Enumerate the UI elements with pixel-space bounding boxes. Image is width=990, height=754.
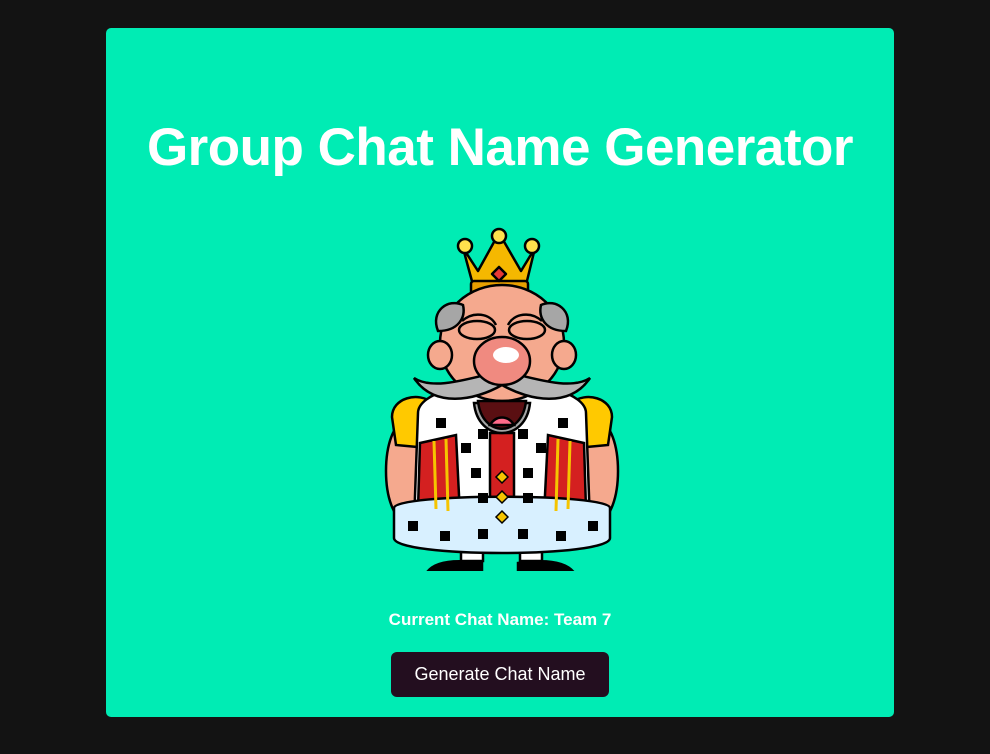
page-title: Group Chat Name Generator — [146, 118, 854, 177]
current-chat-name-label: Current Chat Name: — [388, 610, 550, 629]
generator-card: Group Chat Name Generator Current Chat N… — [106, 28, 894, 717]
king-mascot-icon — [384, 227, 620, 571]
current-chat-name-value: Team 7 — [554, 610, 612, 629]
current-chat-name: Current Chat Name: Team 7 — [106, 609, 894, 631]
generate-chat-name-button[interactable]: Generate Chat Name — [391, 652, 609, 697]
